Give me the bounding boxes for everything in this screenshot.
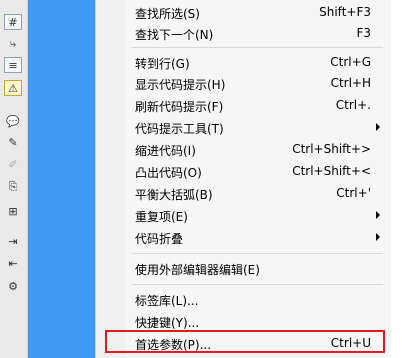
- preferences-highlight-box: [105, 330, 385, 353]
- wrap-icon[interactable]: ⤷: [4, 36, 22, 52]
- menu-item-balance-braces[interactable]: 平衡大括弧(B) Ctrl+': [96, 183, 391, 203]
- menu-item-edit-external-editor[interactable]: 使用外部编辑器编辑(E): [96, 258, 391, 278]
- snippet-icon[interactable]: ⎘: [4, 179, 22, 195]
- outdent-icon[interactable]: ⇤: [4, 255, 22, 271]
- menu-item-goto-line[interactable]: 转到行(G) Ctrl+G: [96, 52, 391, 72]
- menu-item-label: 代码折叠: [135, 232, 184, 246]
- menu-item-label: 重复项(E): [135, 210, 188, 224]
- editor-background: [28, 0, 95, 358]
- menu-item-code-hint-tools[interactable]: 代码提示工具(T): [96, 117, 391, 137]
- menu-item-shortcut: Ctrl+H: [330, 76, 371, 90]
- menu-item-find-selection[interactable]: 查找所选(S) Shift+F3: [96, 2, 391, 22]
- menu-item-indent-code[interactable]: 缩进代码(I) Ctrl+Shift+>: [96, 139, 391, 159]
- menu-item-label: 查找所选(S): [135, 7, 200, 21]
- tools-icon[interactable]: ⚙: [4, 278, 22, 294]
- indent-more-icon[interactable]: ⇥: [4, 233, 22, 249]
- menu-item-label: 凸出代码(O): [135, 166, 202, 180]
- menu-item-find-next[interactable]: 查找下一个(N) F3: [96, 23, 391, 43]
- menu-item-outdent-code[interactable]: 凸出代码(O) Ctrl+Shift+<: [96, 161, 391, 181]
- comment-icon[interactable]: 💬: [4, 113, 22, 129]
- warning-icon[interactable]: ⚠: [4, 80, 22, 96]
- menu-item-label: 查找下一个(N): [135, 28, 214, 42]
- menu-item-label: 缩进代码(I): [135, 144, 196, 158]
- submenu-arrow-icon: [376, 211, 380, 219]
- menu-item-label: 使用外部编辑器编辑(E): [135, 263, 260, 277]
- menu-separator: [132, 284, 383, 285]
- menu-item-shortcut: Ctrl+.: [335, 98, 371, 112]
- menu-item-shortcut: Ctrl+G: [330, 55, 371, 69]
- menu-item-show-code-hints[interactable]: 显示代码提示(H) Ctrl+H: [96, 73, 391, 93]
- menu-item-label: 转到行(G): [135, 57, 190, 71]
- menu-item-tag-library[interactable]: 标签库(L)...: [96, 289, 391, 309]
- menu-item-refresh-code-hints[interactable]: 刷新代码提示(F) Ctrl+.: [96, 95, 391, 115]
- menu-item-label: 显示代码提示(H): [135, 78, 226, 92]
- menu-item-label: 刷新代码提示(F): [135, 100, 224, 114]
- submenu-arrow-icon: [376, 233, 380, 241]
- menu-item-shortcut: Shift+F3: [319, 5, 371, 19]
- menu-item-repeating-items[interactable]: 重复项(E): [96, 205, 391, 225]
- menu-item-shortcut: Ctrl+Shift+>: [292, 142, 371, 156]
- menu-item-label: 标签库(L)...: [135, 294, 199, 308]
- brush-icon[interactable]: ✐: [4, 156, 22, 172]
- indent-icon[interactable]: ≡: [4, 57, 22, 73]
- tree-icon[interactable]: ⊞: [4, 203, 22, 219]
- format-icon[interactable]: #: [4, 14, 22, 30]
- menu-item-keyboard-shortcuts[interactable]: 快捷键(Y)...: [96, 311, 391, 331]
- menu-item-label: 快捷键(Y)...: [135, 316, 200, 330]
- menu-item-shortcut: Ctrl+': [336, 186, 371, 200]
- editor-toolbar: # ⤷ ≡ ⚠ 💬 ✎ ✐ ⎘ ⊞ ⇥ ⇤ ⚙: [0, 0, 28, 358]
- submenu-arrow-icon: [376, 123, 380, 131]
- menu-item-label: 平衡大括弧(B): [135, 188, 213, 202]
- menu-item-code-collapse[interactable]: 代码折叠: [96, 227, 391, 247]
- menu-separator: [132, 47, 383, 48]
- menu-item-shortcut: Ctrl+Shift+<: [292, 164, 371, 178]
- menu-item-label: 代码提示工具(T): [135, 122, 224, 136]
- menu-separator: [132, 253, 383, 254]
- context-menu: 查找所选(S) Shift+F3 查找下一个(N) F3 转到行(G) Ctrl…: [95, 0, 391, 358]
- menu-item-shortcut: F3: [356, 26, 371, 40]
- comment-remove-icon[interactable]: ✎: [4, 134, 22, 150]
